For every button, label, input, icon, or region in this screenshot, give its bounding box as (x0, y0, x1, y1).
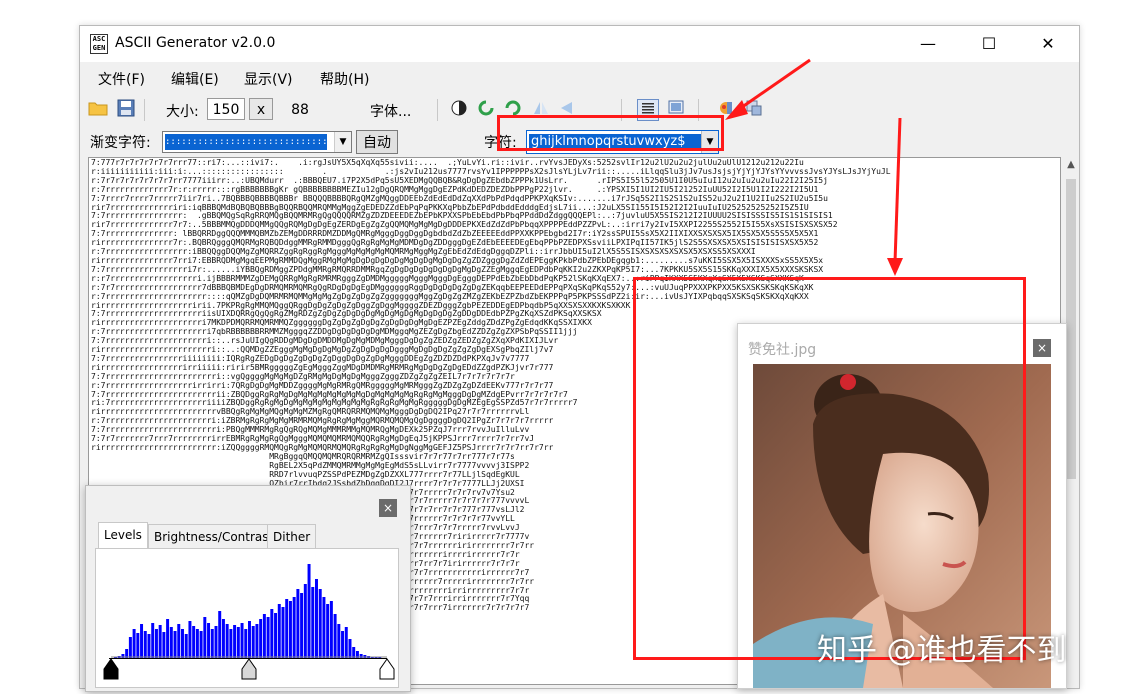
arrow-head-icon (725, 100, 748, 120)
watermark: 知乎 @谁也看不到 (817, 633, 1067, 668)
arrow-head-icon (887, 258, 903, 276)
annotation-arrows (725, 58, 903, 276)
